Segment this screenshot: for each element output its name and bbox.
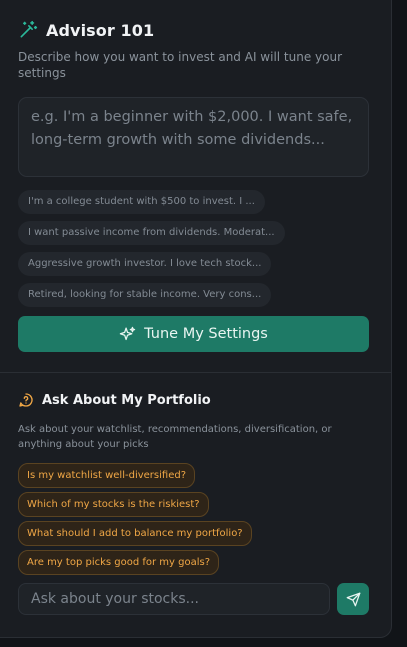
suggested-question-chip[interactable]: Which of my stocks is the riskiest? (18, 492, 209, 517)
section-divider (0, 372, 392, 373)
suggested-question-chip[interactable]: Is my watchlist well-diversified? (18, 463, 196, 488)
example-prompt-chip[interactable]: I want passive income from dividends. Mo… (18, 221, 285, 245)
send-icon (346, 592, 360, 606)
advisor-section: Advisor 101 Describe how you want to inv… (18, 18, 369, 352)
ask-stocks-input[interactable]: Ask about your stocks... (18, 583, 330, 615)
example-prompt-chip[interactable]: Retired, looking for stable income. Very… (18, 283, 272, 307)
portfolio-chat-section: Ask About My Portfolio Ask about your wa… (18, 390, 369, 615)
magic-wand-icon (20, 20, 38, 38)
portfolio-chat-description: Ask about your watchlist, recommendation… (18, 424, 332, 450)
example-prompt-chip[interactable]: Aggressive growth investor. I love tech … (18, 252, 272, 276)
advisor-description: Describe how you want to invest and AI w… (18, 50, 343, 80)
chat-input-row: Ask about your stocks... (18, 583, 369, 615)
send-button[interactable] (337, 583, 369, 615)
suggested-questions: Is my watchlist well-diversified? Which … (18, 463, 369, 579)
chat-question-icon (19, 393, 33, 407)
portfolio-chat-header: Ask About My Portfolio (18, 390, 369, 410)
investment-goal-input[interactable]: e.g. I'm a beginner with $2,000. I want … (18, 97, 369, 177)
advisor-panel: Advisor 101 Describe how you want to inv… (0, 0, 392, 638)
portfolio-chat-title: Ask About My Portfolio (42, 392, 211, 408)
advisor-title: Advisor 101 (46, 20, 155, 40)
example-prompts: I'm a college student with $500 to inves… (18, 189, 369, 313)
example-prompt-chip[interactable]: I'm a college student with $500 to inves… (18, 190, 265, 214)
tune-settings-button[interactable]: Tune My Settings (18, 316, 369, 352)
tune-settings-label: Tune My Settings (144, 326, 268, 342)
advisor-header: Advisor 101 (18, 18, 369, 42)
sparkle-icon (119, 326, 136, 340)
suggested-question-chip[interactable]: What should I add to balance my portfoli… (18, 521, 252, 546)
suggested-question-chip[interactable]: Are my top picks good for my goals? (18, 550, 220, 575)
